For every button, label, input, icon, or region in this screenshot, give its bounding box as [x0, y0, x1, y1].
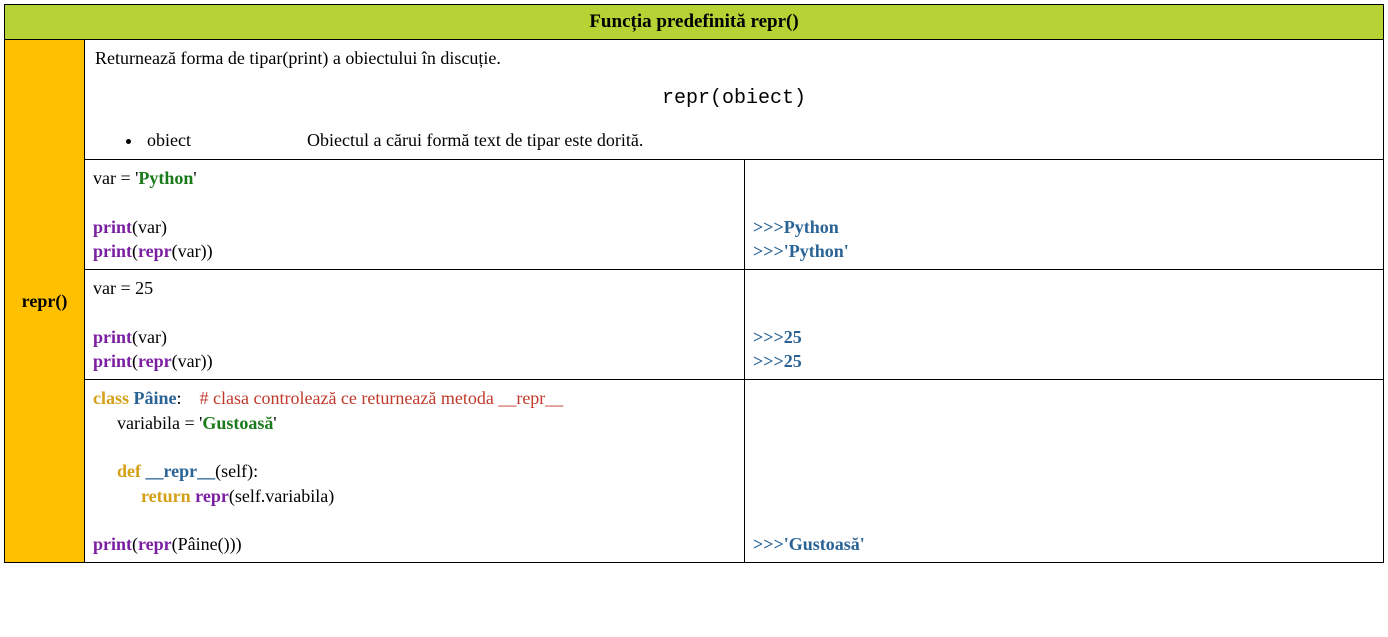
side-label: repr()	[22, 291, 68, 311]
function-signature: repr(obiect)	[95, 87, 1373, 110]
header-title: Funcția predefinită repr()	[589, 11, 798, 32]
side-label-cell: repr()	[5, 40, 85, 563]
output-cell: >>>'Gustoasă'	[745, 380, 1384, 563]
code-line: var = 25	[93, 276, 736, 300]
code-line: print(var)	[93, 215, 736, 239]
example-row-2: var = 25 print(var) print(repr(var)) >>>…	[5, 270, 1384, 380]
repr-doc-table: Funcția predefinită repr() repr() Return…	[4, 4, 1384, 563]
param-item: obiect Obiectul a cărui formă text de ti…	[143, 130, 1373, 151]
code-cell: class Pâine: # clasa controlează ce retu…	[85, 380, 745, 563]
blank-line	[93, 300, 736, 324]
code-line: def __repr__(self):	[93, 459, 736, 483]
param-list: obiect Obiectul a cărui formă text de ti…	[143, 130, 1373, 151]
code-line: print(var)	[93, 325, 736, 349]
code-line: print(repr(Pâine()))	[93, 532, 736, 556]
code-line: print(repr(var))	[93, 239, 736, 263]
code-line: print(repr(var))	[93, 349, 736, 373]
output-line: >>>'Gustoasă'	[753, 532, 1375, 556]
code-line: class Pâine: # clasa controlează ce retu…	[93, 386, 736, 410]
code-line: variabila = 'Gustoasă'	[93, 411, 736, 435]
output-cell: >>>25 >>>25	[745, 270, 1384, 380]
example-row-1: var = 'Python' print(var) print(repr(var…	[5, 160, 1384, 270]
blank-line	[93, 508, 736, 532]
output-line: >>>Python	[753, 215, 1375, 239]
output-line: >>>25	[753, 349, 1375, 373]
description-text: Returnează forma de tipar(print) a obiec…	[95, 48, 1373, 69]
output-cell: >>>Python >>>'Python'	[745, 160, 1384, 270]
output-line: >>>25	[753, 325, 1375, 349]
param-description: Obiectul a cărui formă text de tipar est…	[307, 130, 643, 151]
description-cell: Returnează forma de tipar(print) a obiec…	[85, 40, 1384, 160]
blank-line	[93, 435, 736, 459]
output-line: >>>'Python'	[753, 239, 1375, 263]
table-header: Funcția predefinită repr()	[5, 5, 1384, 40]
param-name: obiect	[147, 130, 307, 151]
blank-line	[93, 190, 736, 214]
code-line: var = 'Python'	[93, 166, 736, 190]
example-row-3: class Pâine: # clasa controlează ce retu…	[5, 380, 1384, 563]
code-cell: var = 'Python' print(var) print(repr(var…	[85, 160, 745, 270]
code-cell: var = 25 print(var) print(repr(var))	[85, 270, 745, 380]
code-line: return repr(self.variabila)	[93, 484, 736, 508]
